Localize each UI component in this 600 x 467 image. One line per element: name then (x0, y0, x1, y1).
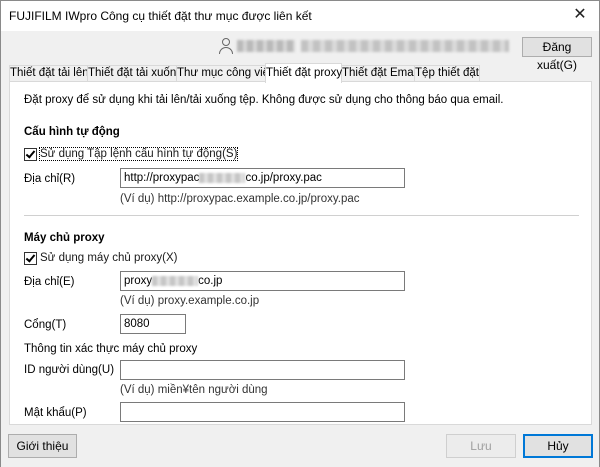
redacted-domain (199, 172, 246, 183)
tab-download-settings[interactable]: Thiết đặt tải xuống (87, 65, 183, 82)
dialog-window: FUJIFILM IWpro Công cụ thiết đặt thư mục… (0, 0, 600, 467)
auto-address-value-prefix: http://proxypac (124, 172, 200, 184)
port-label: Cổng(T) (24, 319, 67, 331)
about-button[interactable]: Giới thiệu (8, 434, 77, 458)
password-input[interactable] (120, 402, 405, 422)
redacted-account-email (301, 40, 509, 52)
account-row: Đăng xuất(G) (1, 31, 599, 72)
window-title: FUJIFILM IWpro Công cụ thiết đặt thư mục… (9, 9, 312, 23)
use-proxy-server-checkbox[interactable] (24, 252, 37, 265)
tab-work-folder[interactable]: Thư mục công việc (176, 65, 275, 82)
password-label: Mật khẩu(P) (24, 407, 87, 419)
auth-info-heading: Thông tin xác thực máy chủ proxy (24, 343, 198, 355)
auto-config-address-input[interactable]: http://proxypac co.jp/proxy.pac (120, 168, 405, 188)
user-icon (219, 38, 233, 54)
tab-proxy-settings[interactable]: Thiết đặt proxy (265, 63, 342, 83)
port-input[interactable]: 8080 (120, 314, 186, 334)
tab-settings-file[interactable]: Tệp thiết đặt (414, 65, 480, 82)
auto-address-example: (Ví dụ) http://proxypac.example.co.jp/pr… (120, 193, 360, 205)
auto-address-label: Địa chỉ(R) (24, 173, 76, 185)
close-icon[interactable]: ✕ (571, 6, 589, 24)
server-address-label: Địa chỉ(E) (24, 276, 75, 288)
user-id-label: ID người dùng(U) (24, 364, 115, 376)
auto-address-value-suffix: co.jp/proxy.pac (245, 172, 322, 184)
proxy-server-heading: Máy chủ proxy (24, 232, 105, 244)
server-address-example: (Ví dụ) proxy.example.co.jp (120, 295, 260, 307)
cancel-button[interactable]: Hủy (523, 434, 593, 458)
tab-email-settings[interactable]: Thiết đặt Email (341, 65, 419, 82)
proxy-description: Đặt proxy để sử dụng khi tải lên/tải xuố… (24, 94, 504, 106)
auto-config-heading: Cấu hình tự động (24, 126, 120, 138)
use-auto-config-script-label[interactable]: Sử dụng Tập lệnh cấu hình tự động(S) (38, 147, 239, 161)
save-button[interactable]: Lưu (446, 434, 516, 458)
use-proxy-server-label[interactable]: Sử dụng máy chủ proxy(X) (40, 252, 177, 264)
redacted-account-name (237, 40, 295, 52)
redacted-domain (152, 275, 199, 286)
logout-button[interactable]: Đăng xuất(G) (522, 37, 592, 72)
use-auto-config-script-checkbox[interactable] (24, 148, 37, 161)
proxy-server-address-input[interactable]: proxy co.jp (120, 271, 405, 291)
footer-bar: Giới thiệu Lưu Hủy (1, 426, 599, 467)
proxy-settings-panel: Đặt proxy để sử dụng khi tải lên/tải xuố… (9, 81, 592, 425)
user-id-example: (Ví dụ) miền¥tên người dùng (120, 384, 268, 396)
title-bar: FUJIFILM IWpro Công cụ thiết đặt thư mục… (1, 1, 599, 31)
user-id-input[interactable] (120, 360, 405, 380)
section-divider (24, 215, 579, 216)
server-address-value-prefix: proxy (124, 275, 153, 287)
tab-upload-settings[interactable]: Thiết đặt tải lên (9, 65, 89, 82)
server-address-value-suffix: co.jp (198, 275, 223, 287)
